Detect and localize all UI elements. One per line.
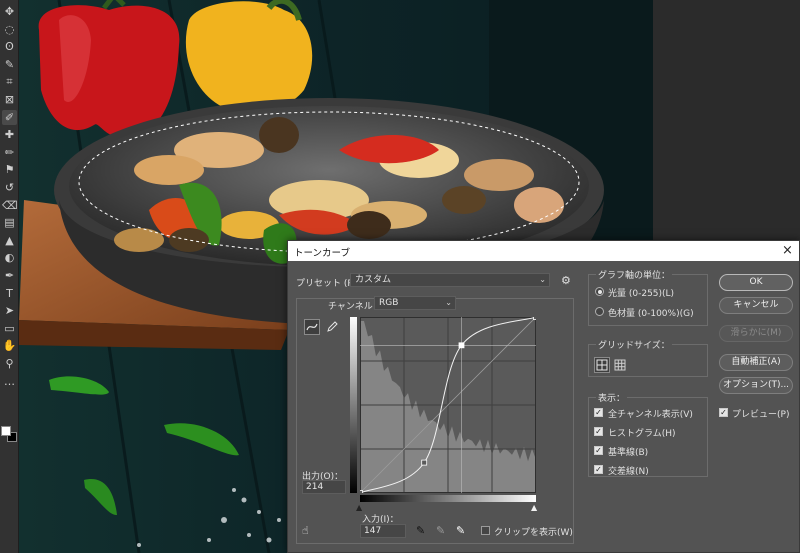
preset-select[interactable]: カスタム ⌄ [350, 273, 550, 287]
tools-panel: ✥ ◌ ʘ ✎ ⌗ ⊠ ✐ ✚ ✏ ⚑ ↺ ⌫ ▤ ▲ ◐ ✒ T ➤ ▭ ✋ ⚲ … [0, 0, 19, 553]
pigment-radio-label: 色材量 (0-100%)(G) [608, 309, 694, 319]
pen-icon[interactable]: ✒ [2, 268, 17, 283]
preview-label: プレビュー(P) [732, 410, 790, 420]
cancel-button[interactable]: キャンセル [719, 297, 793, 314]
curve-edit-icon[interactable] [304, 319, 320, 335]
gradient-icon[interactable]: ▤ [2, 215, 17, 230]
channel-value: RGB [379, 298, 399, 308]
curve-point-active[interactable] [458, 342, 465, 349]
light-radio-label: 光量 (0-255)(L) [608, 289, 675, 299]
gear-icon[interactable]: ⚙ [561, 274, 571, 287]
channel-select[interactable]: RGB ⌄ [374, 296, 456, 310]
preview-checkbox[interactable]: ✓ [719, 408, 728, 417]
chevron-down-icon: ⌄ [445, 298, 452, 307]
quick-select-icon[interactable]: ✎ [2, 57, 17, 72]
intersection-label: 交差線(N) [608, 467, 649, 477]
curve-graph[interactable] [360, 317, 536, 493]
output-field[interactable]: 214 [302, 480, 346, 494]
foreground-color-swatch[interactable] [1, 426, 11, 436]
stamp-icon[interactable]: ⚑ [2, 162, 17, 177]
crop-icon[interactable]: ⌗ [2, 74, 17, 89]
clip-checkbox[interactable] [481, 526, 490, 535]
target-adjust-icon[interactable]: ☝ [302, 524, 309, 537]
grid-detailed-icon[interactable] [612, 357, 628, 373]
black-eyedropper-icon[interactable]: ✎ [416, 524, 425, 537]
white-point-slider-icon[interactable]: ▲ [531, 503, 537, 512]
lasso-icon[interactable]: ʘ [2, 39, 17, 54]
curve-point[interactable] [421, 459, 428, 466]
eyedropper-icon[interactable]: ✐ [2, 109, 17, 125]
output-gradient-bar [350, 317, 357, 493]
pigment-radio[interactable] [595, 307, 604, 316]
graph-units-title: グラフ軸の単位： [596, 268, 673, 281]
input-gradient-bar [360, 495, 536, 502]
curves-dialog: トーンカーブ × プリセット (R)： カスタム ⌄ ⚙ チャンネル： RGB … [287, 240, 800, 553]
gray-eyedropper-icon[interactable]: ✎ [436, 524, 445, 537]
frame-icon[interactable]: ⊠ [2, 92, 17, 107]
healing-icon[interactable]: ✚ [2, 127, 17, 142]
rectangle-icon[interactable]: ▭ [2, 321, 17, 336]
white-eyedropper-icon[interactable]: ✎ [456, 524, 465, 537]
grid-size-title: グリッドサイズ： [596, 338, 672, 351]
dodge-icon[interactable]: ◐ [2, 250, 17, 265]
baseline-label: 基準線(B) [608, 448, 649, 458]
preset-value: カスタム [355, 275, 392, 285]
close-icon[interactable]: × [780, 243, 795, 258]
history-brush-icon[interactable]: ↺ [2, 180, 17, 195]
light-radio[interactable] [595, 287, 604, 296]
black-point-slider-icon[interactable]: ▲ [356, 503, 362, 512]
zoom-icon[interactable]: ⚲ [2, 356, 17, 371]
ok-button[interactable]: OK [719, 274, 793, 291]
hand-icon[interactable]: ✋ [2, 338, 17, 353]
histogram-label: ヒストグラム(H) [608, 429, 676, 439]
auto-button[interactable]: 自動補正(A) [719, 354, 793, 371]
smooth-button[interactable]: 滑らかに(M) [719, 325, 793, 342]
dialog-titlebar[interactable]: トーンカーブ × [288, 241, 799, 261]
more-icon[interactable]: … [2, 374, 17, 389]
curve-point[interactable] [533, 317, 537, 320]
input-field[interactable]: 147 [360, 524, 406, 538]
intersection-checkbox[interactable]: ✓ [594, 465, 603, 474]
marquee-icon[interactable]: ◌ [2, 22, 17, 37]
grid-simple-icon[interactable] [594, 357, 610, 373]
all-channels-checkbox[interactable]: ✓ [594, 408, 603, 417]
brush-icon[interactable]: ✏ [2, 145, 17, 160]
path-select-icon[interactable]: ➤ [2, 303, 17, 318]
type-icon[interactable]: T [2, 286, 17, 301]
dialog-title: トーンカーブ [294, 248, 350, 259]
blur-icon[interactable]: ▲ [2, 233, 17, 248]
photoshop-window: ✥ ◌ ʘ ✎ ⌗ ⊠ ✐ ✚ ✏ ⚑ ↺ ⌫ ▤ ▲ ◐ ✒ T ➤ ▭ ✋ ⚲ … [0, 0, 800, 553]
all-channels-label: 全チャンネル表示(V) [608, 410, 693, 420]
baseline-checkbox[interactable]: ✓ [594, 446, 603, 455]
clip-label: クリップを表示(W) [494, 528, 573, 538]
options-button[interactable]: オプション(T)... [719, 377, 793, 394]
curve-point[interactable] [360, 490, 363, 494]
display-title: 表示： [596, 391, 628, 404]
histogram-checkbox[interactable]: ✓ [594, 427, 603, 436]
move-icon[interactable]: ✥ [2, 4, 17, 19]
chevron-down-icon: ⌄ [539, 275, 546, 284]
pencil-icon[interactable] [324, 319, 340, 335]
eraser-icon[interactable]: ⌫ [2, 198, 18, 213]
